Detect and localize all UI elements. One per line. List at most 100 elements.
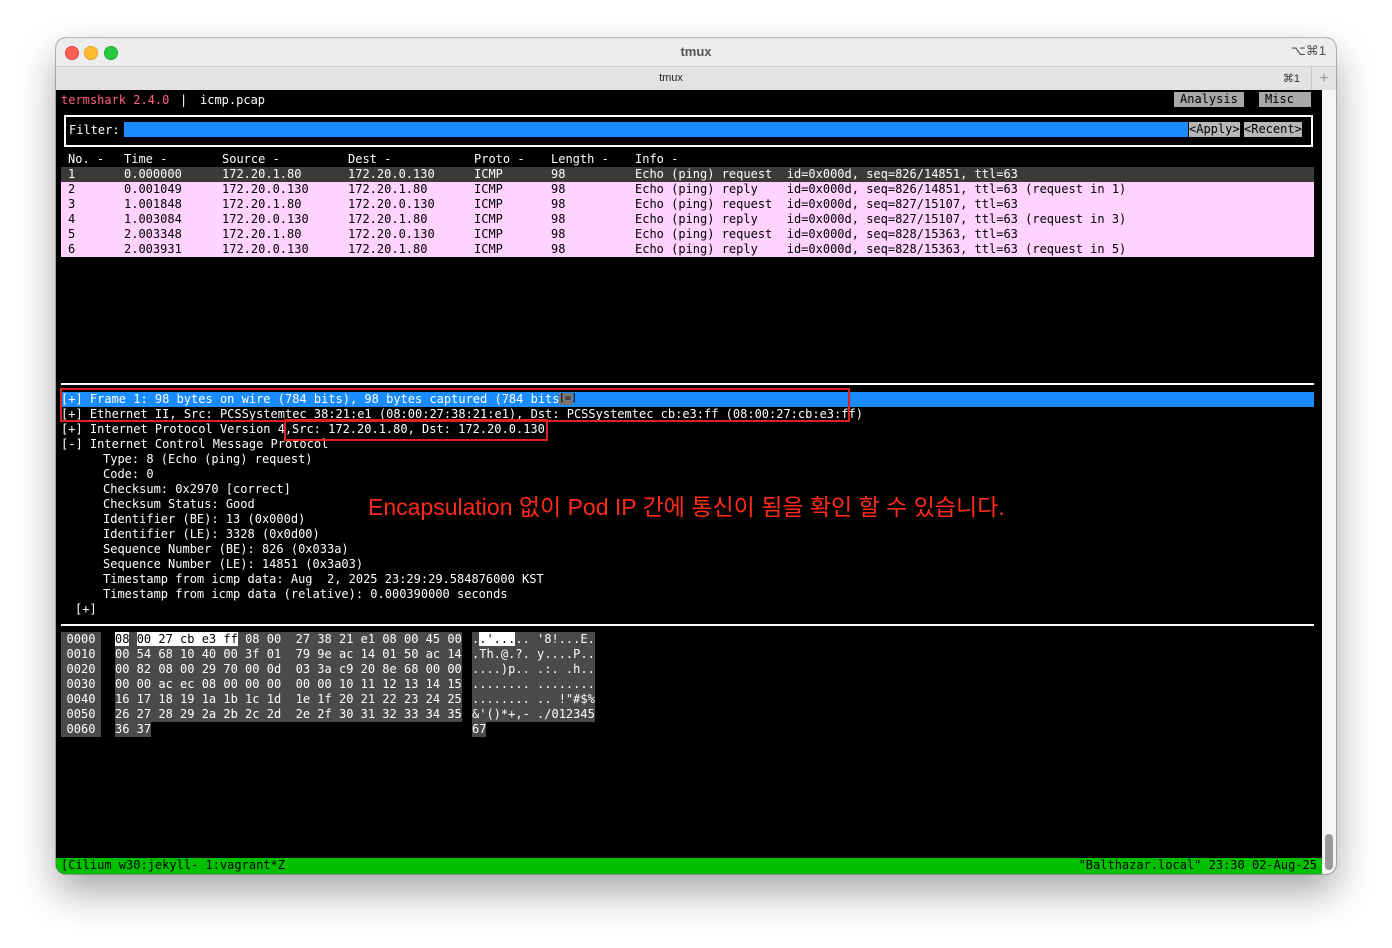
packet-info: Echo (ping) reply id=0x000d, seq=827/151… <box>635 212 1127 226</box>
column-header-source[interactable]: Source - <box>222 152 280 167</box>
hex-bytes-row[interactable]: 00 54 68 10 40 00 3f 01 79 9e ac 14 01 5… <box>115 647 462 662</box>
hex-bytes-row[interactable]: 00 00 ac ec 08 00 00 00 00 00 10 11 12 1… <box>115 677 462 692</box>
misc-menu[interactable]: Misc <box>1259 92 1311 107</box>
hex-offset: 0050 <box>61 707 101 722</box>
icmp-field-timestamp[interactable]: Timestamp from icmp data: Aug 2, 2025 23… <box>103 572 544 587</box>
packet-row[interactable]: 6 2.003931 172.20.0.130 172.20.1.80 ICMP… <box>61 242 1314 257</box>
packet-source: 172.20.0.130 <box>222 212 309 226</box>
packet-length: 98 <box>551 182 566 196</box>
hex-bytes-rest: 08 00 27 38 21 e1 08 00 45 00 <box>237 632 462 646</box>
icmp-field-seq-be[interactable]: Sequence Number (BE): 826 (0x033a) <box>103 542 349 557</box>
annotation-text: Encapsulation 없이 Pod IP 간에 통신이 됨을 확인 할 수… <box>368 494 1005 520</box>
hex-ascii-row[interactable]: .Th.@.?. y....P.. <box>472 647 595 662</box>
header-separator: | <box>180 93 188 107</box>
column-header-dest[interactable]: Dest - <box>348 152 391 167</box>
icmp-field-timestamp-relative[interactable]: Timestamp from icmp data (relative): 0.0… <box>103 587 508 602</box>
recent-filters-button[interactable]: <Recent> <box>1244 122 1302 137</box>
hex-ascii-rest: .. '8!...E. <box>515 632 595 646</box>
icmp-field-identifier-le[interactable]: Identifier (LE): 3328 (0x0d00) <box>103 527 320 542</box>
packet-dest: 172.20.0.130 <box>348 167 435 181</box>
scrollbar-thumb[interactable] <box>1325 834 1333 870</box>
packet-proto: ICMP <box>474 212 503 226</box>
packet-length: 98 <box>551 167 566 181</box>
pane-divider[interactable] <box>61 383 1314 385</box>
packet-dest: 172.20.1.80 <box>348 212 428 226</box>
terminal-scrollbar[interactable] <box>1322 90 1336 874</box>
hex-ascii-row[interactable]: ....)p.. .:. .h.. <box>472 662 595 677</box>
packet-no: 5 <box>68 227 76 241</box>
hex-ascii-row[interactable]: &'()*+,- ./012345 <box>472 707 595 722</box>
analysis-menu[interactable]: Analysis <box>1174 92 1244 107</box>
filter-bar: Filter: <Apply> <Recent> <box>64 115 1313 147</box>
packet-source: 172.20.0.130 <box>222 242 309 256</box>
tree-node-ipv4[interactable]: [+] Internet Protocol Version 4, <box>61 422 299 437</box>
packet-source: 172.20.1.80 <box>222 167 302 181</box>
packet-length: 98 <box>551 227 566 241</box>
column-header-time[interactable]: Time - <box>124 152 167 167</box>
packet-length: 98 <box>551 197 566 211</box>
hex-bytes-row[interactable]: 08 00 27 cb e3 ff 08 00 27 38 21 e1 08 0… <box>115 632 462 647</box>
icmp-field-type[interactable]: Type: 8 (Echo (ping) request) <box>103 452 313 467</box>
packet-row[interactable]: 3 1.001848 172.20.1.80 172.20.0.130 ICMP… <box>61 197 1314 212</box>
column-header-no[interactable]: No. - <box>68 152 104 167</box>
tmux-status-bar: [Cilium w30:jekyll- 1:vagrant*Z "Balthaz… <box>56 858 1322 874</box>
packet-info: Echo (ping) request id=0x000d, seq=828/1… <box>635 227 1018 241</box>
packet-dest: 172.20.1.80 <box>348 242 428 256</box>
tab-shortcut: ⌘1 <box>1282 73 1300 85</box>
packet-row[interactable]: 4 1.003084 172.20.0.130 172.20.1.80 ICMP… <box>61 212 1314 227</box>
column-header-proto[interactable]: Proto - <box>474 152 525 167</box>
column-header-length[interactable]: Length - <box>551 152 609 167</box>
packet-info: Echo (ping) reply id=0x000d, seq=828/153… <box>635 242 1127 256</box>
hex-bytes-row[interactable]: 36 37 <box>115 722 152 737</box>
annotation-box-ip-src-dst <box>284 419 548 441</box>
icmp-field-seq-le[interactable]: Sequence Number (LE): 14851 (0x3a03) <box>103 557 363 572</box>
hex-ascii-row[interactable]: ........ .. !"#$% <box>472 692 595 707</box>
filter-label: Filter: <box>69 123 120 137</box>
icmp-field-checksum[interactable]: Checksum: 0x2970 [correct] <box>103 482 291 497</box>
packet-dest: 172.20.0.130 <box>348 227 435 241</box>
tab-bar: tmux ⌘1 + <box>56 66 1336 92</box>
annotation-box-frame-ethernet <box>60 388 850 422</box>
packet-row[interactable]: 2 0.001049 172.20.0.130 172.20.1.80 ICMP… <box>61 182 1314 197</box>
hex-bytes-highlight: 00 27 cb e3 ff <box>136 632 238 646</box>
packet-info: Echo (ping) reply id=0x000d, seq=826/148… <box>635 182 1127 196</box>
app-name: termshark 2.4.0 <box>61 93 170 107</box>
packet-no: 1 <box>68 167 76 181</box>
tab-tmux[interactable]: tmux <box>56 72 1286 84</box>
tmux-session-windows[interactable]: [Cilium w30:jekyll- 1:vagrant*Z <box>61 858 285 873</box>
hex-ascii-row[interactable]: 67 <box>472 722 487 737</box>
hex-offset: 0000 <box>61 632 101 647</box>
packet-row[interactable]: 5 2.003348 172.20.1.80 172.20.0.130 ICMP… <box>61 227 1314 242</box>
hex-bytes-row[interactable]: 16 17 18 19 1a 1b 1c 1d 1e 1f 20 21 22 2… <box>115 692 462 707</box>
capture-file-name: icmp.pcap <box>200 93 266 107</box>
new-tab-button[interactable]: + <box>1311 67 1336 91</box>
packet-proto: ICMP <box>474 242 503 256</box>
packet-row[interactable]: 1 0.000000 172.20.1.80 172.20.0.130 ICMP… <box>61 167 1314 182</box>
icmp-field-identifier-be[interactable]: Identifier (BE): 13 (0x000d) <box>103 512 305 527</box>
pane-divider[interactable] <box>61 624 1314 626</box>
hex-offset: 0060 <box>61 722 101 737</box>
packet-info: Echo (ping) request id=0x000d, seq=826/1… <box>635 167 1018 181</box>
packet-time: 1.001848 <box>124 197 182 211</box>
hex-ascii-row[interactable]: ........ ........ <box>472 677 595 692</box>
apply-filter-button[interactable]: <Apply> <box>1189 122 1240 137</box>
window-title: tmux <box>680 44 712 59</box>
hex-bytes-row[interactable]: 00 82 08 00 29 70 00 0d 03 3a c9 20 8e 6… <box>115 662 462 677</box>
tree-node-data[interactable]: [+] <box>75 602 97 617</box>
packet-time: 0.000000 <box>124 167 182 181</box>
terminal-window: tmux ⌥⌘1 tmux ⌘1 + termshark 2.4.0 | icm… <box>56 38 1336 874</box>
hex-ascii-row[interactable]: ..'..... '8!...E. <box>472 632 595 647</box>
hex-offset: 0040 <box>61 692 101 707</box>
icmp-field-code[interactable]: Code: 0 <box>103 467 154 482</box>
hex-bytes-row[interactable]: 26 27 28 29 2a 2b 2c 2d 2e 2f 30 31 32 3… <box>115 707 462 722</box>
icmp-field-checksum-status[interactable]: Checksum Status: Good <box>103 497 255 512</box>
packet-no: 2 <box>68 182 76 196</box>
column-header-info[interactable]: Info - <box>635 152 678 167</box>
display-filter-input[interactable] <box>124 122 1188 137</box>
hex-offset: 0010 <box>61 647 101 662</box>
packet-proto: ICMP <box>474 167 503 181</box>
hex-byte-cursor[interactable]: 08 <box>115 632 130 646</box>
terminal-content[interactable]: termshark 2.4.0 | icmp.pcap Analysis Mis… <box>56 90 1322 874</box>
packet-time: 1.003084 <box>124 212 182 226</box>
packet-length: 98 <box>551 242 566 256</box>
